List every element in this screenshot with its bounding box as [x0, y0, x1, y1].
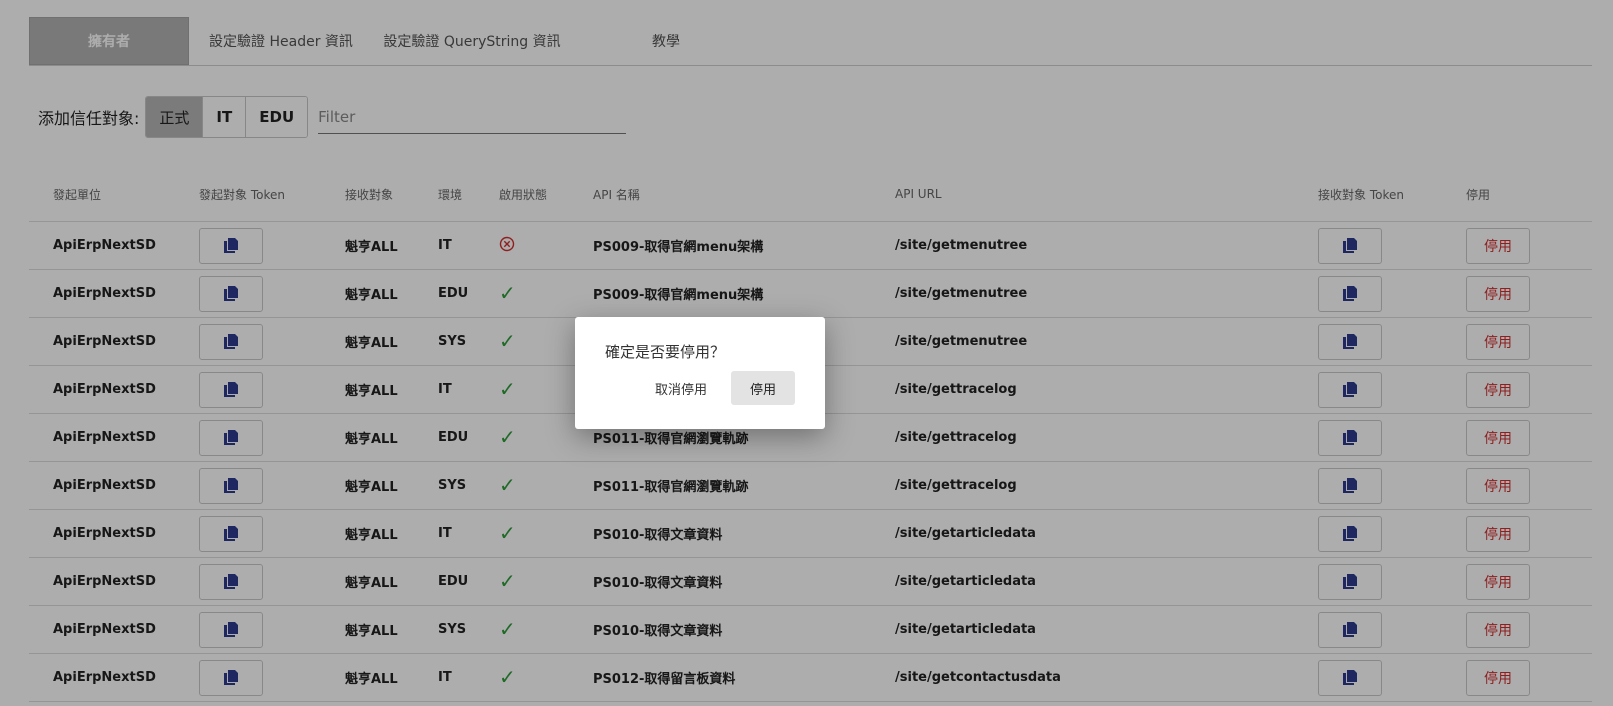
dialog-message: 確定是否要停用？ — [605, 343, 726, 361]
cancel-disable-button[interactable]: 取消停用 — [641, 371, 721, 405]
dialog-actions: 取消停用 停用 — [641, 371, 795, 405]
confirm-disable-dialog: 確定是否要停用？ 取消停用 停用 — [575, 317, 825, 429]
confirm-disable-button[interactable]: 停用 — [731, 371, 795, 405]
page: 擁有者 設定驗證 Header 資訊 設定驗證 QueryString 資訊 教… — [0, 0, 1613, 706]
